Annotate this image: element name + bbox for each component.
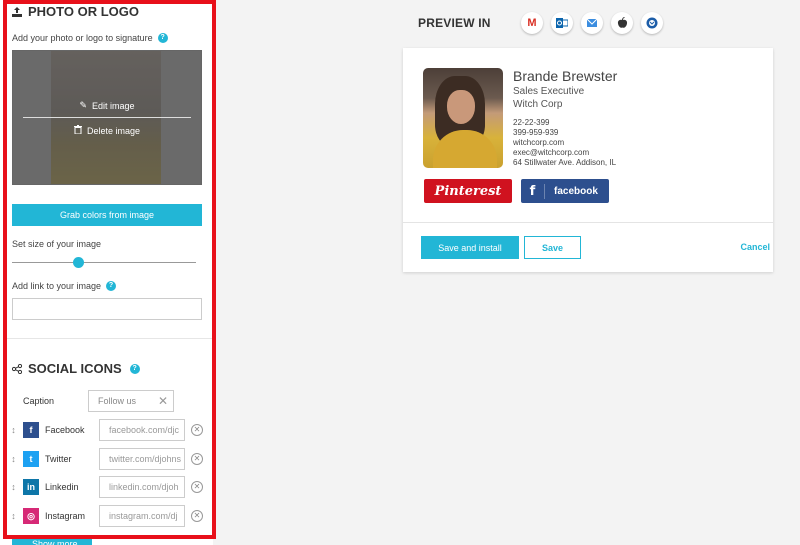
social-name: Facebook xyxy=(45,425,85,435)
signature-name: Brande Brewster xyxy=(513,68,618,84)
facebook-label: facebook xyxy=(554,185,598,197)
social-name: Instagram xyxy=(45,511,86,521)
social-row-instagram: ↕ ◎ Instagram instagram.com/dj ✕ xyxy=(10,505,210,527)
social-url-input[interactable]: linkedin.com/djoh xyxy=(99,476,185,498)
image-link-label: Add link to your image xyxy=(12,281,102,291)
image-link-input[interactable] xyxy=(12,298,202,320)
apple-mail-icon[interactable] xyxy=(581,12,603,34)
social-row-facebook: ↕ f Facebook facebook.com/djc ✕ xyxy=(10,419,210,441)
gmail-icon[interactable]: M xyxy=(521,12,543,34)
pinterest-button[interactable]: Pinterest xyxy=(424,179,512,203)
clear-icon[interactable]: ✕ xyxy=(158,395,168,407)
preview-title: PREVIEW IN xyxy=(418,16,491,30)
social-row-twitter: ↕ t Twitter twitter.com/djohns ✕ xyxy=(10,448,210,470)
drag-handle-icon[interactable]: ↕ xyxy=(10,511,17,521)
editor-panel: PHOTO OR LOGO Add your photo or logo to … xyxy=(0,0,213,545)
signature-photo xyxy=(423,68,503,168)
help-icon[interactable]: ? xyxy=(106,281,117,291)
upload-icon xyxy=(12,6,22,17)
apple-icon[interactable] xyxy=(611,12,633,34)
drag-handle-icon[interactable]: ↕ xyxy=(10,425,17,435)
edit-image-button[interactable]: ✎ Edit image xyxy=(13,100,201,111)
social-name: Linkedin xyxy=(45,482,79,492)
facebook-icon: f xyxy=(23,422,39,438)
photo-preview[interactable]: ✎ Edit image Delete image xyxy=(12,50,202,185)
photo-section-title: PHOTO OR LOGO xyxy=(28,4,139,19)
drag-handle-icon[interactable]: ↕ xyxy=(10,482,17,492)
outlook-icon[interactable] xyxy=(551,12,573,34)
signature-website: witchcorp.com xyxy=(513,138,565,147)
delete-image-label: Delete image xyxy=(86,125,141,136)
add-photo-label-row: Add your photo or logo to signature ? xyxy=(12,33,168,43)
signature-preview-card: Brande Brewster Sales Executive Witch Co… xyxy=(403,48,773,272)
signature-company: Witch Corp xyxy=(513,99,563,110)
photo-section-header: PHOTO OR LOGO xyxy=(12,4,139,19)
save-and-install-button[interactable]: Save and install xyxy=(421,236,519,259)
social-url-input[interactable]: facebook.com/djc xyxy=(99,419,185,441)
caption-row: Caption Follow us ✕ xyxy=(12,390,174,412)
remove-icon[interactable]: ✕ xyxy=(191,424,203,436)
social-name: Twitter xyxy=(45,454,72,464)
linkedin-icon: in xyxy=(23,479,39,495)
image-size-slider[interactable] xyxy=(12,262,196,263)
image-link-label-row: Add link to your image ? xyxy=(12,281,117,291)
section-divider xyxy=(4,338,213,339)
social-section-title: SOCIAL ICONS xyxy=(28,361,122,376)
image-size-label: Set size of your image xyxy=(12,239,102,249)
signature-email: exec@witchcorp.com xyxy=(513,148,590,157)
signature-role: Sales Executive xyxy=(513,86,585,97)
drag-handle-icon[interactable]: ↕ xyxy=(10,454,17,464)
grab-colors-button[interactable]: Grab colors from image xyxy=(12,204,202,226)
facebook-button[interactable]: f facebook xyxy=(521,179,609,203)
photo-divider xyxy=(23,117,191,118)
help-icon[interactable]: ? xyxy=(129,363,140,374)
signature-phone: 22-22-399 xyxy=(513,118,550,127)
help-icon[interactable]: ? xyxy=(157,33,168,43)
cancel-button[interactable]: Cancel xyxy=(740,242,770,252)
image-size-slider-thumb[interactable] xyxy=(72,257,84,268)
instagram-icon: ◎ xyxy=(23,508,39,524)
signature-address: 64 Stillwater Ave. Addison, IL xyxy=(513,158,617,167)
twitter-icon: t xyxy=(23,451,39,467)
signature-mobile: 399-959-939 xyxy=(513,128,559,137)
remove-icon[interactable]: ✕ xyxy=(191,481,203,493)
social-url-input[interactable]: instagram.com/dj xyxy=(99,505,185,527)
social-url-input[interactable]: twitter.com/djohns xyxy=(99,448,185,470)
caption-label: Caption xyxy=(23,396,55,406)
remove-icon[interactable]: ✕ xyxy=(191,453,203,465)
social-section-header: SOCIAL ICONS ? xyxy=(12,361,140,376)
card-divider xyxy=(403,222,773,223)
trash-icon xyxy=(73,125,82,136)
add-photo-label: Add your photo or logo to signature xyxy=(12,33,153,43)
caption-placeholder: Follow us xyxy=(98,396,137,406)
pencil-icon: ✎ xyxy=(79,100,87,110)
remove-icon[interactable]: ✕ xyxy=(191,510,203,522)
delete-image-button[interactable]: Delete image xyxy=(13,125,201,136)
share-icon xyxy=(12,363,22,374)
edit-image-label: Edit image xyxy=(92,100,135,111)
social-row-linkedin: ↕ in Linkedin linkedin.com/djoh ✕ xyxy=(10,476,210,498)
save-button[interactable]: Save xyxy=(524,236,581,259)
thunderbird-icon[interactable] xyxy=(641,12,663,34)
facebook-icon: f xyxy=(521,183,545,199)
caption-input[interactable]: Follow us ✕ xyxy=(88,390,174,412)
show-more-button[interactable]: Show more xyxy=(12,537,92,545)
